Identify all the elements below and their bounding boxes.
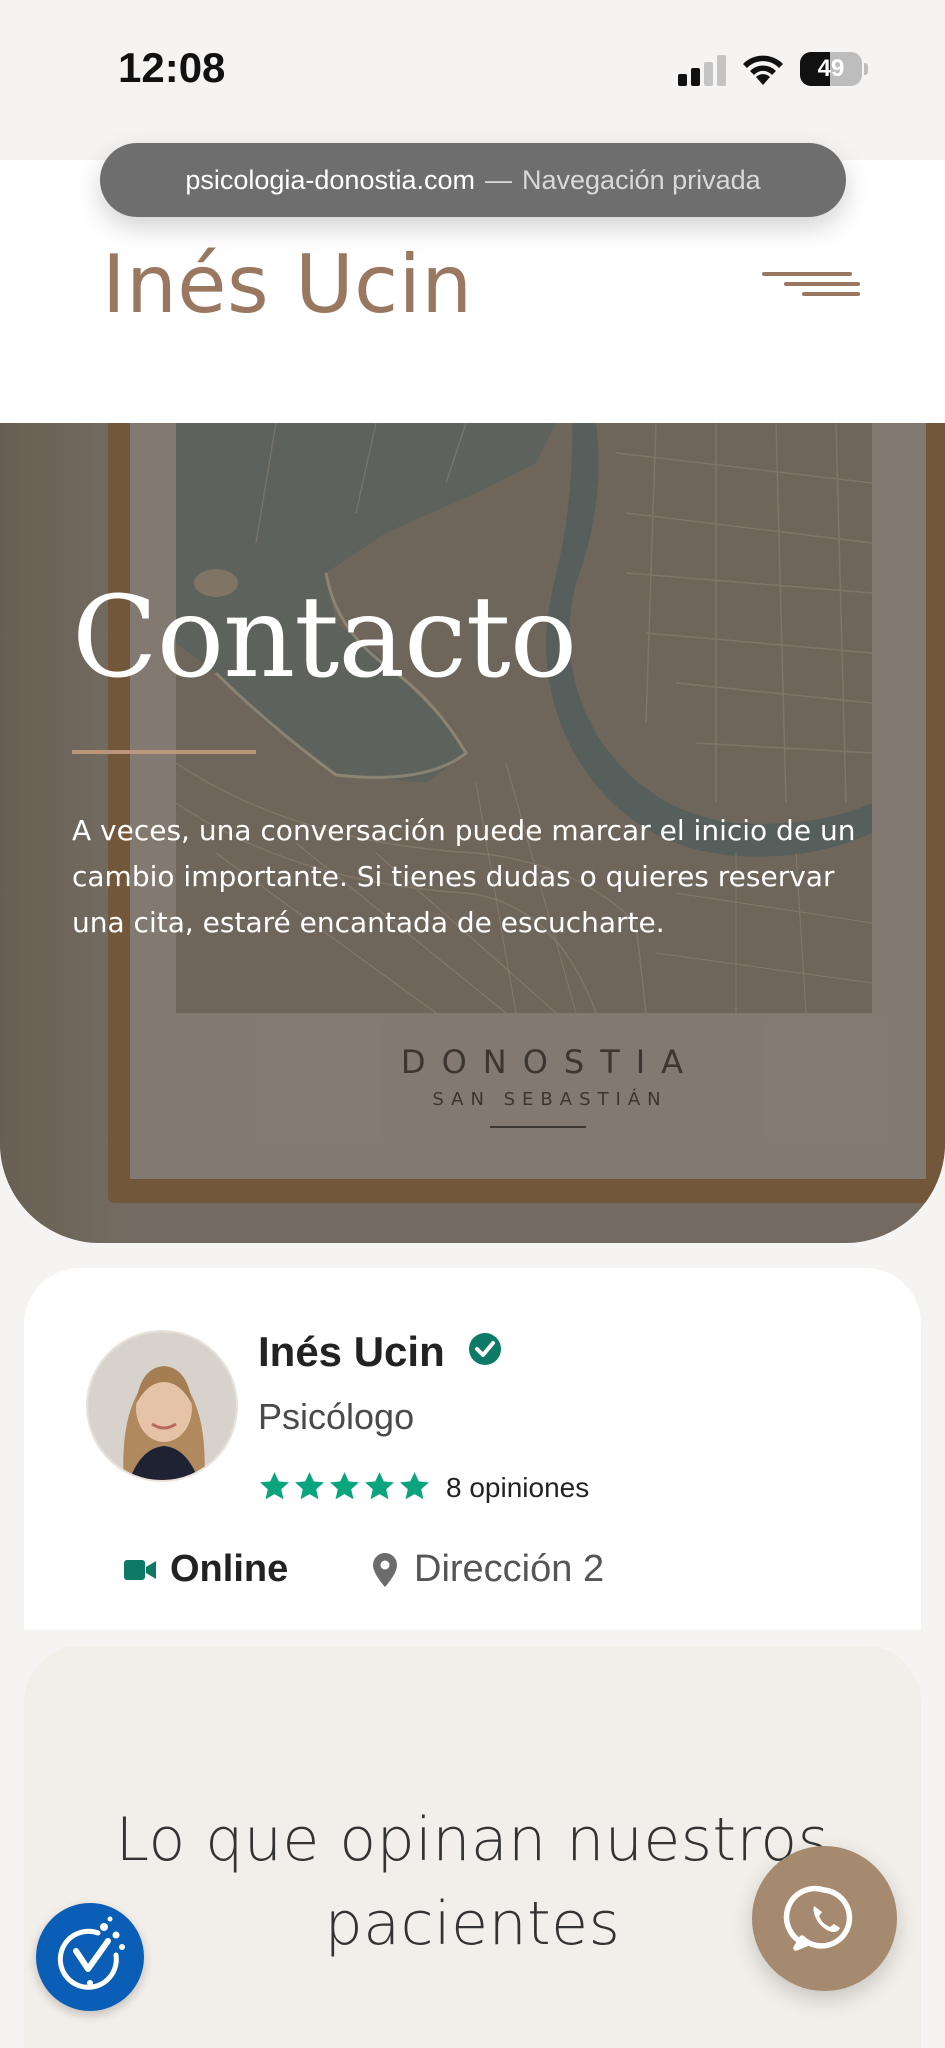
menu-icon	[762, 272, 852, 276]
battery-percent: 49	[817, 55, 845, 82]
star-icon	[400, 1472, 429, 1500]
online-badge[interactable]: Online	[124, 1548, 288, 1591]
video-icon	[124, 1559, 156, 1580]
accessibility-button[interactable]	[36, 1903, 144, 2011]
pin-icon	[373, 1552, 397, 1587]
whatsapp-icon	[783, 1885, 853, 1951]
hero-title: Contacto	[72, 573, 577, 703]
address-link[interactable]: Dirección 2	[372, 1548, 604, 1591]
star-icon	[330, 1472, 359, 1500]
star-icon	[365, 1472, 394, 1500]
avatar	[86, 1330, 238, 1482]
brand-logo[interactable]: Inés Ucin	[102, 238, 473, 331]
address-label: Dirección 2	[414, 1548, 605, 1590]
url-separator: —	[485, 164, 512, 195]
rating-stars	[258, 1470, 431, 1504]
status-bar: 12:08 49	[0, 0, 945, 160]
accessibility-icon	[57, 1916, 125, 1990]
hero-text: A veces, una conversación puede marcar e…	[72, 814, 856, 939]
verified-icon	[469, 1333, 501, 1365]
star-icon	[260, 1472, 289, 1500]
hero-section: DONOSTIA SAN SEBASTIÁN Contacto A veces,…	[0, 423, 945, 1243]
url-bar[interactable]: psicologia-donostia.com — Navegación pri…	[100, 143, 846, 217]
reviews-link[interactable]: 8 opiniones	[446, 1472, 589, 1504]
wifi-icon	[743, 55, 783, 85]
status-time: 12:08	[118, 44, 226, 91]
battery-icon: 49	[800, 52, 868, 88]
online-label: Online	[170, 1548, 289, 1590]
profile-card: Inés Ucin Psicólogo 8 opiniones Online D…	[24, 1268, 921, 1630]
star-icon	[295, 1472, 324, 1500]
signal-icon	[678, 55, 726, 86]
whatsapp-button[interactable]	[752, 1846, 897, 1991]
hero-divider	[72, 750, 256, 754]
url-domain: psicologia-donostia.com	[185, 164, 475, 195]
private-mode-label: Navegación privada	[522, 164, 761, 195]
profile-role: Psicólogo	[258, 1396, 415, 1437]
profile-name[interactable]: Inés Ucin	[258, 1328, 445, 1376]
menu-button[interactable]	[762, 272, 860, 308]
